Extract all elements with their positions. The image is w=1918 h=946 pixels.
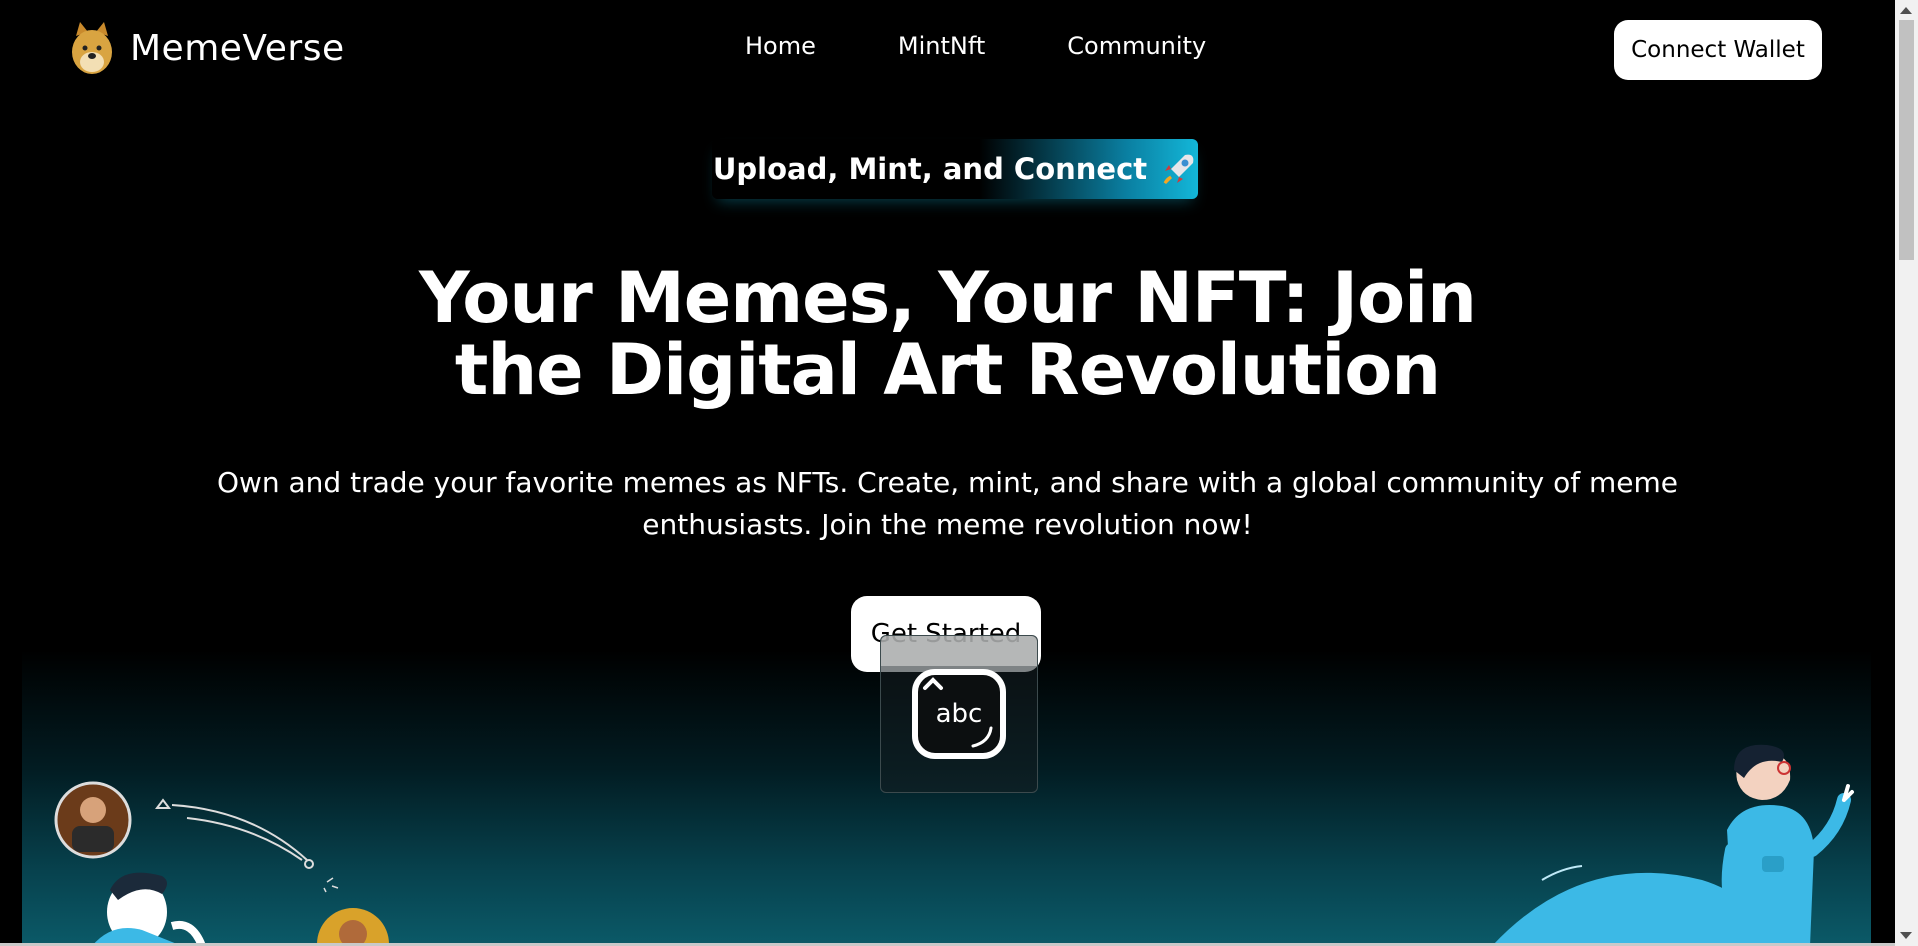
nav-community[interactable]: Community (1067, 32, 1206, 60)
nav-mintnft[interactable]: MintNft (898, 32, 985, 60)
cartoon-character-right (1721, 744, 1854, 946)
rocket-icon (1163, 154, 1194, 185)
headline-line-1: Your Memes, Your NFT: Join (419, 257, 1477, 339)
tagline-text: Upload, Mint, and Connect (712, 152, 1148, 186)
logo[interactable]: MemeVerse (68, 18, 345, 78)
scrollbar[interactable] (1895, 0, 1918, 946)
doge-icon (72, 22, 112, 74)
keyboard-tile[interactable]: abc (880, 635, 1038, 793)
main-nav: Home MintNft Community (745, 32, 1206, 60)
scroll-down-arrow-icon[interactable] (1900, 932, 1912, 939)
header: MemeVerse Home MintNft Community Connect… (0, 0, 1895, 100)
scroll-thumb[interactable] (1899, 20, 1914, 260)
keyboard-label: abc (936, 699, 983, 729)
hero-subtext: Own and trade your favorite memes as NFT… (216, 466, 1679, 541)
tagline-badge: Upload, Mint, and Connect (712, 139, 1198, 199)
hero-headline: Your Memes, Your NFT: Join the Digital A… (0, 262, 1895, 406)
cartoon-character-left (92, 872, 206, 946)
meme-avatar-bottom (317, 908, 389, 946)
nav-home[interactable]: Home (745, 32, 816, 60)
page: MemeVerse Home MintNft Community Connect… (0, 0, 1918, 946)
keyboard-icon: abc (912, 669, 1006, 759)
headline-line-2: the Digital Art Revolution (454, 329, 1441, 411)
scroll-up-arrow-icon[interactable] (1900, 7, 1912, 14)
brand-name: MemeVerse (130, 27, 345, 69)
meme-avatar-left (54, 781, 132, 859)
connect-wallet-button[interactable]: Connect Wallet (1614, 20, 1822, 80)
